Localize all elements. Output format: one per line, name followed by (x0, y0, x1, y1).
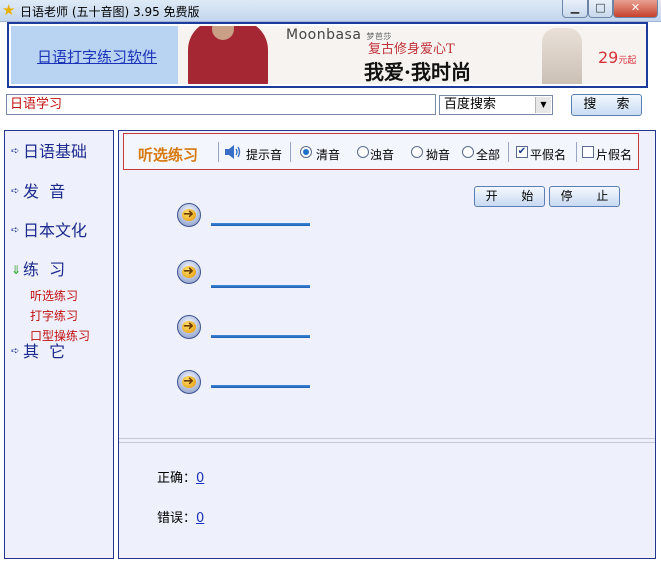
chevron-down-icon[interactable]: ▼ (535, 97, 551, 113)
sidebar: ➪ 日语基础 ➪ 发 音 ➪ 日本文化 ⇓ 练 习 听选练习 打字练习 口型操练习 ➪ 其… (4, 130, 114, 559)
sidebar-item-label: 其 它 (23, 342, 66, 361)
ad-model-image (542, 28, 582, 84)
window-title: 日语老师 (五十音图) 3.95 免费版 (20, 5, 200, 19)
wrong-value[interactable]: 0 (196, 511, 204, 526)
answer-line (211, 385, 310, 388)
sidebar-item-label: 练 习 (23, 260, 66, 279)
sidebar-item-label: 发 音 (23, 182, 66, 201)
ad-price-unit: 元起 (618, 56, 637, 66)
arrow-right-icon: ➪ (11, 146, 20, 157)
play-sound-icon[interactable]: ➜ (177, 260, 201, 284)
radio-quanbu[interactable] (462, 146, 474, 158)
practice-title: 听选练习 (138, 146, 199, 164)
search-button[interactable]: 搜 索 (571, 94, 642, 116)
search-input[interactable]: 日语学习 (6, 94, 436, 115)
arrow-right-icon: ➪ (11, 346, 20, 357)
toolbar-separator (576, 142, 577, 162)
katakana-checkbox[interactable] (582, 146, 594, 158)
radio-zhuoyin[interactable] (357, 146, 369, 158)
advertisement[interactable]: Moonbasa 梦芭莎 复古修身爱心T 我爱·我时尚 29元起 (178, 26, 646, 84)
toolbar-separator (290, 142, 291, 162)
speaker-icon[interactable] (224, 144, 242, 160)
sidebar-item-pronunciation[interactable]: ➪ 发 音 (11, 183, 65, 203)
correct-value[interactable]: 0 (196, 471, 204, 486)
sound-label[interactable]: 提示音 (246, 146, 282, 163)
toolbar-separator (218, 142, 219, 162)
wrong-count: 错误：0 (157, 507, 204, 526)
arrow-right-icon: ➜ (183, 319, 194, 334)
sidebar-item-label: 日本文化 (23, 221, 88, 240)
ad-slogan-top: 复古修身爱心T (368, 42, 455, 57)
arrow-right-icon: ➜ (183, 264, 194, 279)
sidebar-item-other[interactable]: ➪ 其 它 (11, 343, 65, 363)
hiragana-checkbox[interactable]: ✔ (516, 146, 528, 158)
arrow-right-icon: ➪ (11, 225, 20, 236)
sidebar-item-label: 日语基础 (23, 142, 88, 161)
arrow-right-icon: ➜ (183, 207, 194, 222)
maximize-button[interactable]: □ (588, 0, 613, 18)
radio-aoyin-label[interactable]: 拗音 (426, 146, 450, 163)
ad-price: 29元起 (598, 48, 637, 67)
star-icon: ★ (2, 1, 16, 19)
sidebar-subitem-listening[interactable]: 听选练习 (30, 287, 78, 304)
main-panel: 听选练习 提示音 清音 浊音 拗音 全部 ✔ 平假名 片假名 开 始 停 止 ➜… (118, 130, 656, 559)
divider (119, 438, 655, 443)
answer-line (211, 285, 310, 288)
radio-zhuoyin-label[interactable]: 浊音 (370, 146, 394, 163)
sidebar-subitem-typing[interactable]: 打字练习 (30, 307, 78, 324)
play-sound-icon[interactable]: ➜ (177, 370, 201, 394)
sidebar-item-practice[interactable]: ⇓ 练 习 (11, 261, 65, 281)
minimize-button[interactable]: ▁ (562, 0, 588, 18)
sidebar-item-basics[interactable]: ➪ 日语基础 (11, 143, 87, 163)
answer-line (211, 335, 310, 338)
correct-label: 正确： (157, 471, 197, 486)
sidebar-item-culture[interactable]: ➪ 日本文化 (11, 222, 87, 242)
arrow-down-icon: ⇓ (11, 263, 22, 277)
radio-aoyin[interactable] (411, 146, 423, 158)
radio-qingyin-label[interactable]: 清音 (316, 146, 340, 163)
play-sound-icon[interactable]: ➜ (177, 203, 201, 227)
close-button[interactable]: ✕ (613, 0, 658, 18)
toolbar-separator (508, 142, 509, 162)
katakana-label[interactable]: 片假名 (596, 146, 632, 163)
typing-software-link[interactable]: 日语打字练习软件 (37, 46, 157, 67)
start-button[interactable]: 开 始 (474, 186, 545, 207)
banner-link-area: 日语打字练习软件 (11, 26, 178, 84)
stop-button[interactable]: 停 止 (549, 186, 620, 207)
radio-qingyin[interactable] (300, 146, 312, 158)
search-engine-value: 百度搜索 (444, 97, 497, 112)
wrong-label: 错误： (157, 511, 197, 526)
correct-count: 正确：0 (157, 467, 204, 486)
practice-toolbar: 听选练习 提示音 清音 浊音 拗音 全部 ✔ 平假名 片假名 (123, 133, 639, 170)
play-sound-icon[interactable]: ➜ (177, 315, 201, 339)
search-engine-select[interactable]: 百度搜索 ▼ (439, 95, 553, 115)
title-bar: ★ 日语老师 (五十音图) 3.95 免费版 ▁ □ ✕ (0, 0, 661, 22)
arrow-right-icon: ➪ (11, 186, 20, 197)
arrow-right-icon: ➜ (183, 374, 194, 389)
hiragana-label[interactable]: 平假名 (530, 146, 566, 163)
radio-quanbu-label[interactable]: 全部 (476, 146, 500, 163)
ad-slogan-main: 我爱·我时尚 (364, 60, 471, 84)
answer-line (211, 223, 310, 226)
banner: 日语打字练习软件 Moonbasa 梦芭莎 复古修身爱心T 我爱·我时尚 29元… (7, 22, 648, 88)
